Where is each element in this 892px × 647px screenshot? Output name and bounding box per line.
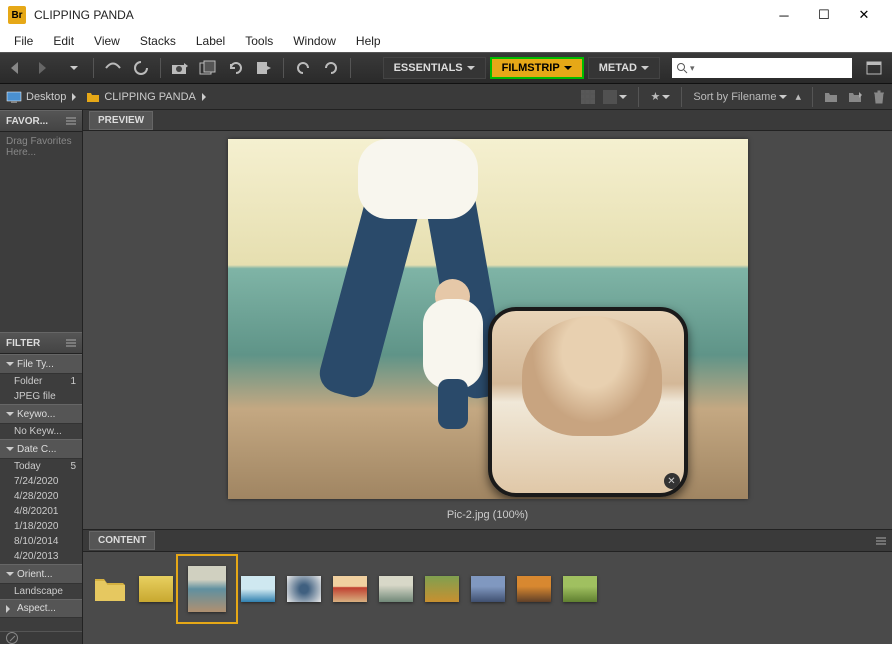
filter-keywords-header[interactable]: Keywo...: [0, 404, 82, 424]
panel-menu-icon[interactable]: [66, 117, 76, 125]
rotate-ccw-icon[interactable]: [224, 56, 248, 80]
menu-help[interactable]: Help: [346, 32, 391, 50]
favorites-panel-header[interactable]: FAVOR...: [0, 110, 82, 132]
filter-item[interactable]: 8/10/2014: [0, 534, 82, 549]
filter-item[interactable]: Folder1: [0, 374, 82, 389]
rotate-left-icon[interactable]: [291, 56, 315, 80]
menu-file[interactable]: File: [4, 32, 43, 50]
toolbar: ESSENTIALS FILMSTRIP METAD ▾: [0, 52, 892, 84]
menu-view[interactable]: View: [84, 32, 130, 50]
filter-panel-header[interactable]: FILTER: [0, 332, 82, 354]
app-logo: Br: [8, 6, 26, 24]
open-recent-icon[interactable]: [848, 91, 864, 103]
filter-filetype-header[interactable]: File Ty...: [0, 354, 82, 374]
panel-menu-icon[interactable]: [876, 532, 886, 550]
menu-window[interactable]: Window: [283, 32, 346, 50]
thumbnail[interactable]: [425, 576, 459, 602]
reveal-icon[interactable]: [129, 56, 153, 80]
workspace-filmstrip[interactable]: FILMSTRIP: [490, 57, 584, 79]
filter-aspect-header[interactable]: Aspect...: [0, 599, 82, 618]
refine-icon[interactable]: [196, 56, 220, 80]
desktop-icon: [6, 91, 22, 103]
thumbnail-strip[interactable]: [83, 552, 892, 620]
trash-icon[interactable]: [872, 90, 886, 104]
menu-label[interactable]: Label: [186, 32, 235, 50]
thumbnail[interactable]: [241, 576, 275, 602]
window-title: CLIPPING PANDA: [34, 8, 764, 22]
preview-image: ✕: [228, 139, 748, 499]
boomerang-icon[interactable]: [101, 56, 125, 80]
filter-item[interactable]: 1/18/2020: [0, 519, 82, 534]
output-icon[interactable]: [252, 56, 276, 80]
preview-area[interactable]: ✕ Pic-2.jpg (100%): [83, 131, 892, 529]
filter-item[interactable]: 4/8/20201: [0, 504, 82, 519]
thumbnail[interactable]: [563, 576, 597, 602]
close-button[interactable]: ✕: [844, 1, 884, 29]
menu-stacks[interactable]: Stacks: [130, 32, 186, 50]
content-tab-row: CONTENT: [83, 530, 892, 552]
grid-view-icon[interactable]: [581, 90, 595, 104]
forward-button[interactable]: [34, 56, 58, 80]
titlebar: Br CLIPPING PANDA ─ ☐ ✕: [0, 0, 892, 30]
maximize-button[interactable]: ☐: [804, 1, 844, 29]
filter-item[interactable]: 4/20/2013: [0, 549, 82, 564]
main-area: FAVOR... Drag Favorites Here... FILTER F…: [0, 110, 892, 644]
center-column: PREVIEW ✕ Pic-2.jpg (100%) CONTENT: [83, 110, 892, 644]
thumbnail[interactable]: [93, 575, 127, 603]
sort-direction-icon[interactable]: ▴: [795, 90, 801, 103]
folder-icon: [86, 91, 100, 103]
thumbnail[interactable]: [333, 576, 367, 602]
filter-item[interactable]: Today5: [0, 459, 82, 474]
search-input[interactable]: ▾: [672, 58, 852, 78]
panel-menu-icon[interactable]: [66, 339, 76, 347]
workspace-essentials[interactable]: ESSENTIALS: [383, 57, 486, 79]
content-panel: CONTENT: [83, 529, 892, 644]
star-filter-dropdown[interactable]: ★: [650, 90, 670, 103]
compact-mode-icon[interactable]: [862, 56, 886, 80]
filter-datecreated-header[interactable]: Date C...: [0, 439, 82, 459]
filter-item[interactable]: 7/24/2020: [0, 474, 82, 489]
new-folder-icon[interactable]: [824, 91, 840, 103]
crumb-separator: [72, 93, 80, 101]
thumbnail[interactable]: [471, 576, 505, 602]
left-column: FAVOR... Drag Favorites Here... FILTER F…: [0, 110, 83, 644]
recent-dropdown[interactable]: [62, 56, 86, 80]
filter-item[interactable]: Landscape: [0, 584, 82, 599]
view-options-dropdown[interactable]: [603, 90, 627, 104]
filter-footer: [0, 631, 82, 644]
menu-tools[interactable]: Tools: [235, 32, 283, 50]
filter-item[interactable]: JPEG file: [0, 389, 82, 404]
crumb-folder[interactable]: CLIPPING PANDA: [86, 91, 196, 103]
thumbnail[interactable]: [287, 576, 321, 602]
crumb-separator: [202, 93, 210, 101]
filter-orientation-header[interactable]: Orient...: [0, 564, 82, 584]
crumb-desktop[interactable]: Desktop: [6, 91, 66, 103]
menubar: File Edit View Stacks Label Tools Window…: [0, 30, 892, 52]
thumbnail[interactable]: [379, 576, 413, 602]
cancel-filter-icon[interactable]: [6, 632, 18, 644]
menu-edit[interactable]: Edit: [43, 32, 84, 50]
thumbnail[interactable]: [139, 576, 173, 602]
breadcrumb-bar: Desktop CLIPPING PANDA ★ Sort by Filenam…: [0, 84, 892, 110]
thumbnail-selected[interactable]: [188, 566, 226, 612]
filter-body: File Ty... Folder1 JPEG file Keywo... No…: [0, 354, 82, 631]
loupe-magnifier[interactable]: ✕: [488, 307, 688, 497]
back-button[interactable]: [6, 56, 30, 80]
sort-dropdown[interactable]: Sort by Filename: [693, 91, 787, 103]
search-icon: [676, 62, 688, 74]
preview-tab[interactable]: PREVIEW: [89, 111, 153, 130]
preview-tab-row: PREVIEW: [83, 110, 892, 131]
minimize-button[interactable]: ─: [764, 1, 804, 29]
thumbnail[interactable]: [517, 576, 551, 602]
preview-caption: Pic-2.jpg (100%): [447, 509, 528, 521]
rotate-right-icon[interactable]: [319, 56, 343, 80]
workspace-metadata[interactable]: METAD: [588, 57, 660, 79]
favorites-body[interactable]: Drag Favorites Here...: [0, 132, 82, 332]
loupe-close-icon[interactable]: ✕: [664, 473, 680, 489]
filter-item[interactable]: No Keyw...: [0, 424, 82, 439]
filter-item[interactable]: 4/28/2020: [0, 489, 82, 504]
camera-import-icon[interactable]: [168, 56, 192, 80]
content-tab[interactable]: CONTENT: [89, 531, 155, 550]
